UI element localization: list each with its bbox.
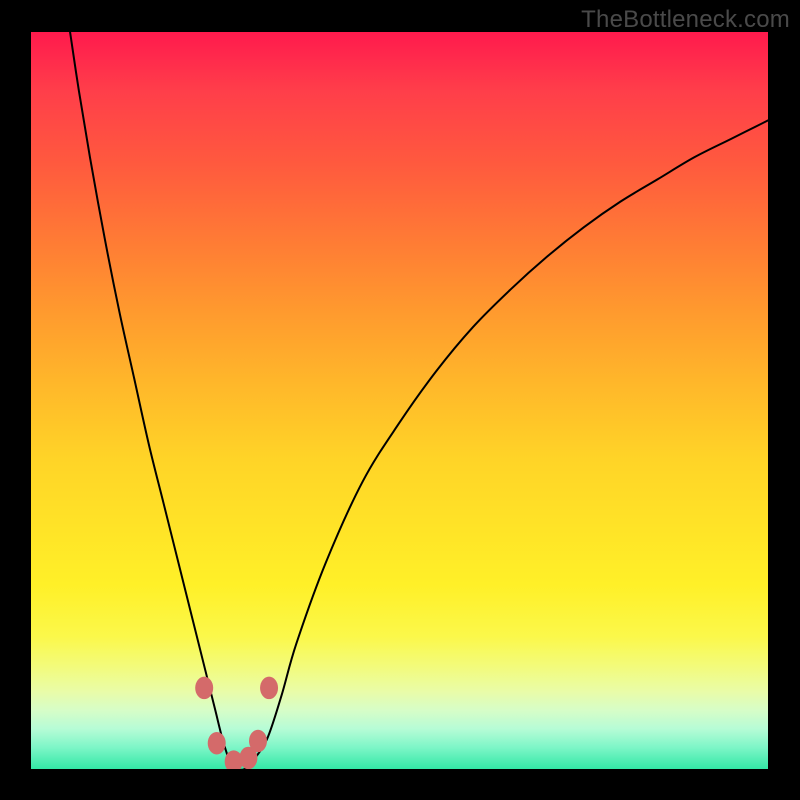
curve-marker [208, 732, 226, 755]
bottleneck-curve [70, 32, 768, 769]
chart-plot-area [31, 32, 768, 769]
curve-marker [260, 677, 278, 700]
curve-marker [195, 677, 213, 700]
watermark-text: TheBottleneck.com [581, 6, 790, 34]
chart-svg [31, 32, 768, 769]
curve-marker [249, 730, 267, 753]
curve-markers [195, 677, 278, 769]
chart-frame: TheBottleneck.com [0, 0, 800, 800]
